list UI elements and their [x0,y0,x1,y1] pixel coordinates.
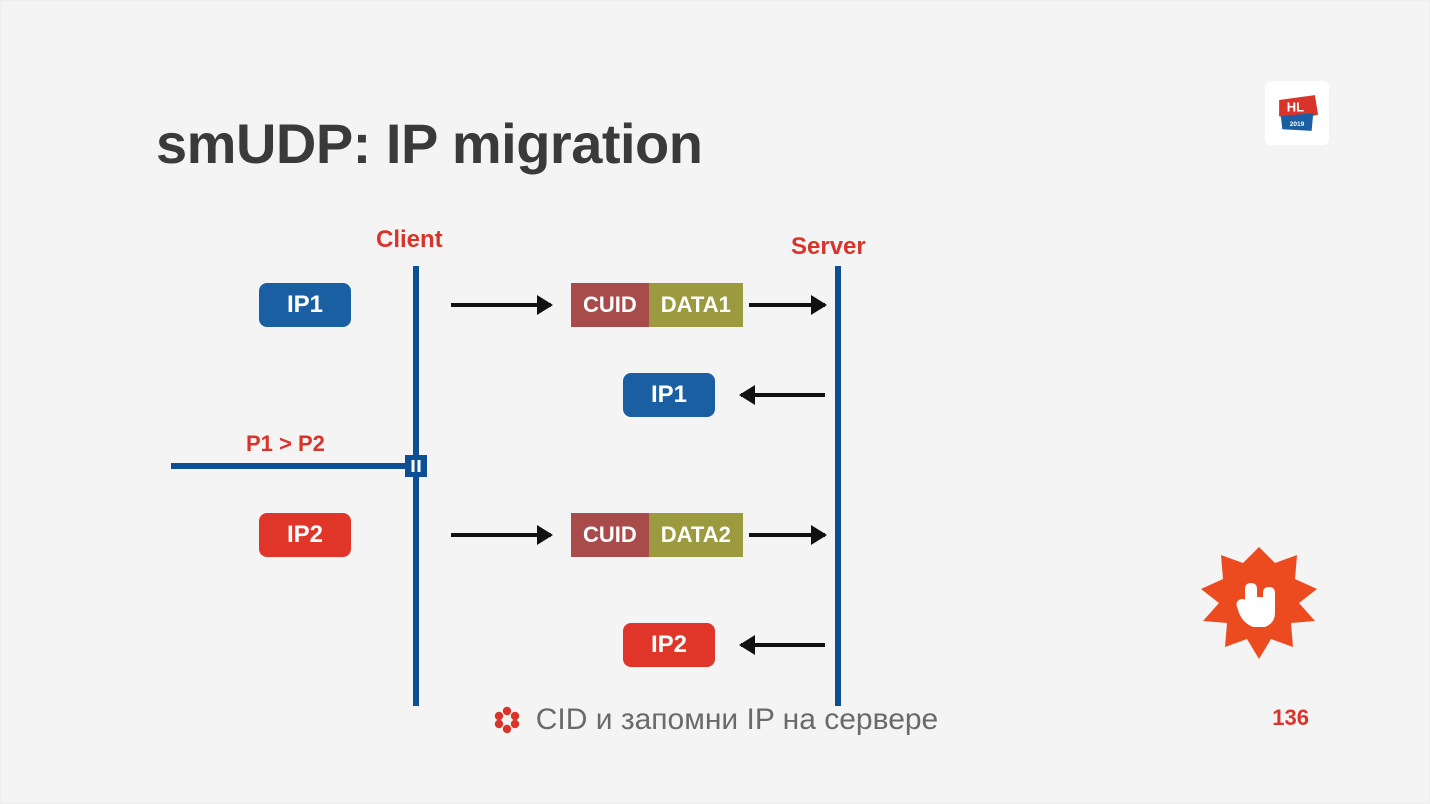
msg2-cuid: CUID [571,513,649,557]
ip1-src-pill: IP1 [259,283,351,327]
arrow-reply2 [741,643,825,647]
flower-icon [492,705,522,735]
starburst-icon [1199,543,1319,663]
page-number: 136 [1272,705,1309,731]
pause-icon [405,455,427,477]
arrow-reply1 [741,393,825,397]
slide-canvas: smUDP: IP migration HL 2019 Client Serve… [41,31,1389,773]
server-label: Server [791,233,866,261]
client-label: Client [376,226,443,254]
event-line [171,463,419,469]
slide: smUDP: IP migration HL 2019 Client Serve… [0,0,1430,804]
slide-title: smUDP: IP migration [156,111,702,176]
footer: CID и запомни IP на сервере [41,703,1389,737]
ip2-src-pill: IP2 [259,513,351,557]
sequence-diagram: Client Server IP1 CUID DATA1 IP1 P1 > P2… [151,221,1141,711]
ip2-reply-pill: IP2 [623,623,715,667]
highload-logo-icon: HL 2019 [1265,81,1329,145]
msg1: CUID DATA1 [571,283,743,327]
msg2-data: DATA2 [649,513,743,557]
svg-text:HL: HL [1287,99,1304,114]
msg1-data: DATA1 [649,283,743,327]
footer-text: CID и запомни IP на сервере [536,703,939,737]
arrow-ip2-to-msg [451,533,551,537]
msg1-cuid: CUID [571,283,649,327]
arrow-msg2-to-server [749,533,825,537]
ip1-reply-pill: IP1 [623,373,715,417]
server-lifeline [835,266,841,706]
msg2: CUID DATA2 [571,513,743,557]
hl-logo-svg: HL 2019 [1271,87,1323,139]
arrow-msg1-to-server [749,303,825,307]
event-label: P1 > P2 [246,431,325,457]
arrow-ip1-to-msg [451,303,551,307]
svg-text:2019: 2019 [1290,121,1305,128]
client-lifeline [413,266,419,706]
